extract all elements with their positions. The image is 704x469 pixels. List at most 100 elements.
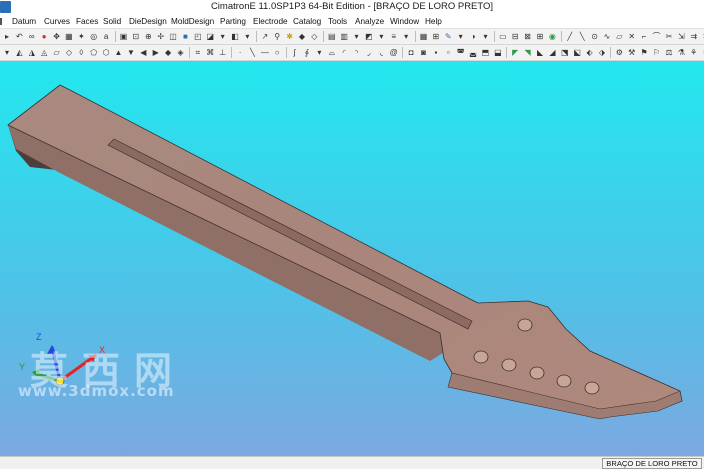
circle-icon[interactable]: ○ [272,48,282,58]
tool-icon[interactable]: ⚑ [639,48,649,58]
face-icon[interactable]: ◆ [163,48,173,58]
extend-icon[interactable]: ⇲ [676,32,686,42]
spline-icon[interactable]: ∫ [290,48,300,58]
solid-icon[interactable]: ⬒ [480,48,490,58]
cube-icon[interactable]: ◪ [205,32,215,42]
arc-icon[interactable]: ◝ [352,48,362,58]
tool-icon[interactable]: ⚘ [689,48,699,58]
dropdown-icon[interactable]: ▾ [314,48,324,58]
frame-icon[interactable]: ▣ [119,32,129,42]
menu-overflow-icon[interactable] [0,18,7,25]
fillet-icon[interactable]: ⌒ [652,32,662,42]
dropdown-icon[interactable]: ▾ [376,32,386,42]
set-icon[interactable]: ◩ [364,32,374,42]
arc-icon[interactable]: ⌓ [327,48,337,58]
zoom-fit-icon[interactable]: ⊡ [131,32,141,42]
dropdown-icon[interactable]: ▾ [352,32,362,42]
face-icon[interactable]: ◊ [76,48,86,58]
face-icon[interactable]: ▱ [52,48,62,58]
menu-curves[interactable]: Curves [44,14,70,29]
face-icon[interactable]: ◀ [138,48,148,58]
box-icon[interactable]: ◰ [193,32,203,42]
dropdown-icon[interactable]: ▾ [218,32,228,42]
cross-icon[interactable]: ✕ [627,32,637,42]
dropdown-icon[interactable]: ▾ [2,48,12,58]
surface-icon[interactable]: ⬕ [572,48,582,58]
menu-solid[interactable]: Solid [103,14,121,29]
layer-icon[interactable]: ▥ [339,32,349,42]
solid-icon[interactable]: ⬓ [493,48,503,58]
arrow-icon[interactable]: ▸ [2,32,12,42]
menu-molddesign[interactable]: MoldDesign [171,14,214,29]
point-icon[interactable]: ⊙ [590,32,600,42]
pen-icon[interactable]: ✎ [443,32,453,42]
dropdown-icon[interactable]: ▾ [480,32,490,42]
arrows-icon[interactable]: ✥ [52,32,62,42]
view-icon[interactable]: ◫ [168,32,178,42]
solid-icon[interactable]: ◘ [406,48,416,58]
filter-icon[interactable]: ⚲ [272,32,282,42]
color-icon[interactable]: ◑ [468,32,478,42]
dropdown-icon[interactable]: ▾ [401,32,411,42]
undo-icon[interactable]: ↶ [14,32,24,42]
surface-icon[interactable]: ⬖ [585,48,595,58]
tool-icon[interactable]: ⚙ [614,48,624,58]
grid-icon[interactable]: ▦ [64,32,74,42]
surface-icon[interactable]: ◣ [535,48,545,58]
surface-icon[interactable]: ◥ [523,48,533,58]
face-icon[interactable]: ◈ [175,48,185,58]
spline-icon[interactable]: ∮ [302,48,312,58]
line-icon[interactable]: ╱ [565,32,575,42]
surface-icon[interactable]: ⬗ [597,48,607,58]
solid-icon[interactable]: ◚ [456,48,466,58]
face-icon[interactable]: ▲ [114,48,124,58]
menu-electrode[interactable]: Electrode [253,14,288,29]
corner-icon[interactable]: ⌐ [639,32,649,42]
menu-window[interactable]: Window [390,14,419,29]
dropdown-icon[interactable]: ▾ [456,32,466,42]
glasses-icon[interactable]: ∞ [27,32,37,42]
style-icon[interactable]: ≡ [389,32,399,42]
sketch-icon[interactable]: ⊥ [218,48,228,58]
trim-icon[interactable]: ✂ [664,32,674,42]
face-icon[interactable]: ⬡ [101,48,111,58]
dot-icon[interactable]: · [235,48,245,58]
tool-icon[interactable]: ⚖ [664,48,674,58]
arc-icon[interactable]: ◞ [364,48,374,58]
wand-icon[interactable]: ✦ [76,32,86,42]
shade-icon[interactable]: ◧ [230,32,240,42]
sketch-icon[interactable]: ⌘ [205,48,215,58]
menu-tools[interactable]: Tools [328,14,347,29]
menu-diedesign[interactable]: DieDesign [129,14,167,29]
tool-icon[interactable]: ⚒ [627,48,637,58]
palette-icon[interactable]: ● [39,32,49,42]
face-icon[interactable]: ◬ [39,48,49,58]
menu-faces[interactable]: Faces [76,14,98,29]
pick-icon[interactable]: ↗ [260,32,270,42]
surface-icon[interactable]: ◤ [510,48,520,58]
curve-icon[interactable]: ∿ [602,32,612,42]
analysis-icon[interactable]: ⊠ [523,32,533,42]
plane-icon[interactable]: ▱ [614,32,624,42]
analysis-icon[interactable]: ⊞ [535,32,545,42]
rotate-icon[interactable]: ✢ [156,32,166,42]
solid-icon[interactable]: ◛ [468,48,478,58]
menu-catalog[interactable]: Catalog [293,14,321,29]
render-icon[interactable]: ■ [180,32,190,42]
offset-icon[interactable]: ⇉ [689,32,699,42]
surface-icon[interactable]: ⬔ [560,48,570,58]
line-icon[interactable]: — [260,48,270,58]
shade-icon[interactable]: ◉ [547,32,557,42]
face-icon[interactable]: ⬠ [89,48,99,58]
line-icon[interactable]: ╲ [577,32,587,42]
menu-analyze[interactable]: Analyze [355,14,384,29]
measure-icon[interactable]: ⊞ [431,32,441,42]
menu-parting[interactable]: Parting [220,14,246,29]
face-icon[interactable]: ◮ [27,48,37,58]
layer-icon[interactable]: ▤ [327,32,337,42]
tool-icon[interactable]: ⚗ [676,48,686,58]
sheet-icon[interactable]: ▭ [498,32,508,42]
face-icon[interactable]: ▼ [126,48,136,58]
target-icon[interactable]: ◎ [89,32,99,42]
line-icon[interactable]: ╲ [247,48,257,58]
